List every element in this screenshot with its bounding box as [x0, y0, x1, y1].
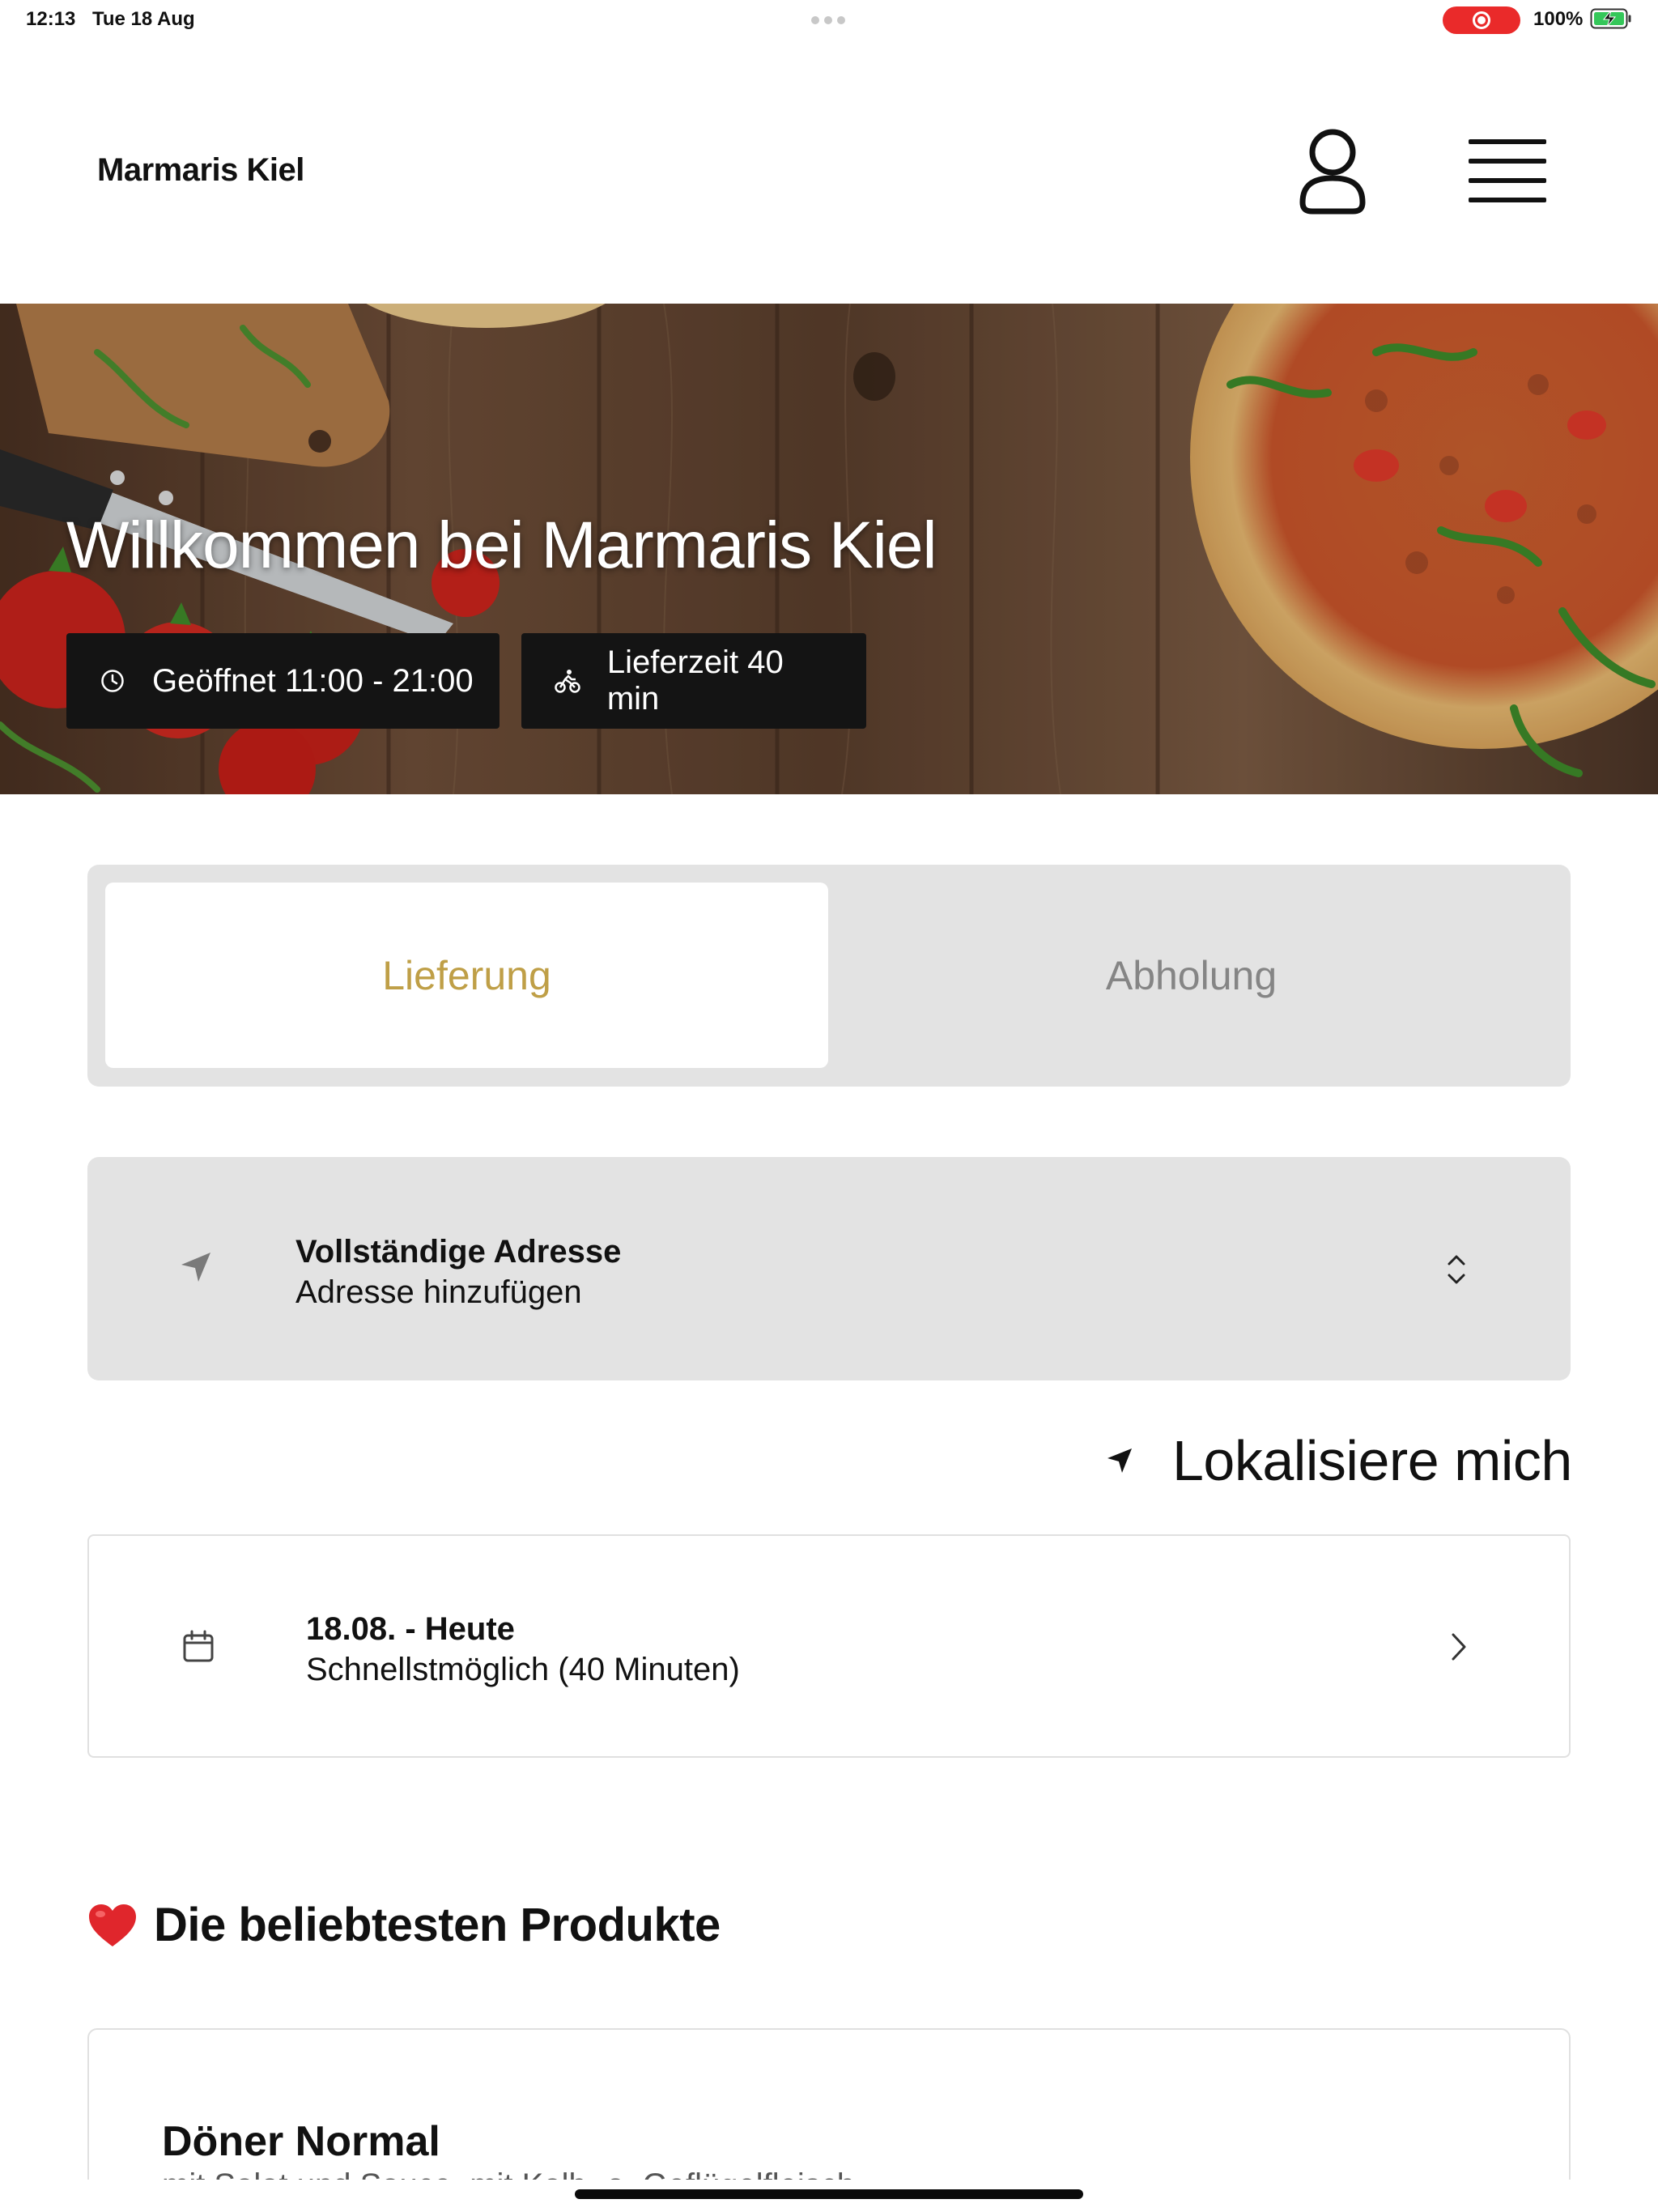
section-title: Die beliebtesten Produkte — [154, 1899, 721, 1951]
chevron-up-down-icon — [1448, 1255, 1465, 1284]
location-arrow-icon — [1107, 1448, 1132, 1473]
order-mode-selector: Lieferung Abholung — [87, 865, 1571, 1087]
tab-delivery[interactable]: Lieferung — [105, 883, 828, 1068]
address-title: Vollständige Adresse — [295, 1234, 622, 1270]
battery-charging-icon — [1590, 8, 1631, 29]
hero-title: Willkommen bei Marmaris Kiel — [66, 508, 937, 582]
opening-hours-badge: Geöffnet 11:00 - 21:00 — [66, 633, 500, 729]
multitasking-dots-icon[interactable] — [811, 16, 845, 24]
hero-banner: Willkommen bei Marmaris Kiel Geöffnet 11… — [0, 304, 1658, 794]
popular-products-heading: Die beliebtesten Produkte — [87, 1898, 721, 1952]
restaurant-name[interactable]: Marmaris Kiel — [97, 152, 304, 189]
home-indicator[interactable] — [575, 2189, 1083, 2199]
delivery-time-option: Schnellstmöglich (40 Minuten) — [306, 1652, 740, 1687]
hamburger-menu-icon[interactable] — [1462, 134, 1553, 207]
delivery-time-badge: Lieferzeit 40 min — [521, 633, 866, 729]
status-bar: 12:13 Tue 18 Aug 100% — [0, 0, 1658, 39]
chevron-right-icon — [1452, 1633, 1466, 1661]
location-arrow-icon — [181, 1253, 210, 1282]
locate-me-label: Lokalisiere mich — [1172, 1429, 1572, 1492]
delivery-time-text: Lieferzeit 40 min — [606, 644, 784, 717]
address-selector[interactable]: Vollständige Adresse Adresse hinzufügen — [87, 1157, 1571, 1380]
heart-icon — [89, 1904, 136, 1946]
account-icon — [1299, 129, 1366, 215]
delivery-time-selector[interactable]: 18.08. - Heute Schnellstmöglich (40 Minu… — [87, 1534, 1571, 1758]
battery-percentage: 100% — [1533, 8, 1584, 30]
clock-icon — [99, 667, 126, 695]
opening-hours-text: Geöffnet 11:00 - 21:00 — [152, 662, 474, 699]
cyclist-icon — [554, 667, 581, 695]
address-placeholder: Adresse hinzufügen — [295, 1274, 582, 1310]
delivery-date: 18.08. - Heute — [306, 1611, 515, 1647]
calendar-icon — [183, 1630, 214, 1662]
product-name: Döner Normal — [162, 2118, 440, 2165]
tab-pickup[interactable]: Abholung — [830, 883, 1553, 1068]
status-time: 12:13 — [26, 8, 76, 30]
screen-recording-icon[interactable] — [1443, 6, 1520, 34]
account-button[interactable] — [1294, 126, 1371, 217]
locate-me-button[interactable]: Lokalisiere mich — [1104, 1429, 1572, 1492]
status-date: Tue 18 Aug — [92, 8, 195, 30]
